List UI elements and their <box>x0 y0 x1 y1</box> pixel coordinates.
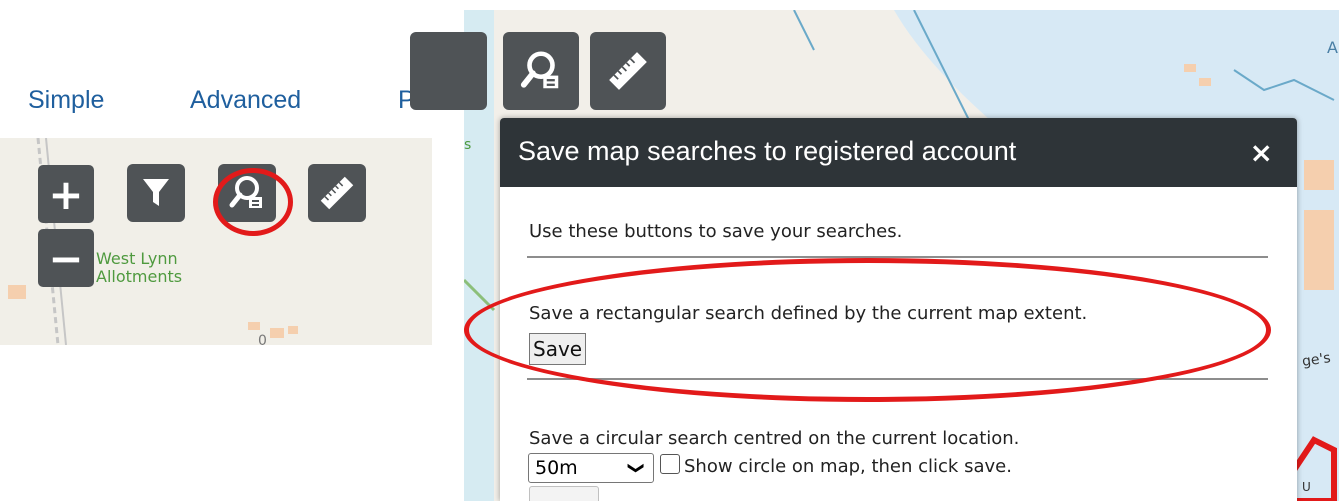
map-label-west-lynn: West Lynn <box>96 249 178 268</box>
map-label-u: U <box>1302 480 1311 494</box>
zoom-out-icon: − <box>48 233 84 283</box>
zoom-in-button[interactable]: + <box>38 165 94 223</box>
save-circle-button[interactable] <box>529 486 599 501</box>
map-label-s: s <box>464 137 472 153</box>
dialog-header: Save map searches to registered account … <box>500 118 1297 187</box>
zoom-out-button[interactable]: − <box>38 229 94 287</box>
map-label-allotments: Allotments <box>96 267 183 286</box>
show-circle-label: Show circle on map, then click save. <box>684 456 1012 477</box>
tab-advanced[interactable]: Advanced <box>190 86 301 115</box>
measure-button[interactable] <box>308 164 366 222</box>
filter-button-partial[interactable] <box>410 32 487 110</box>
dialog-title: Save map searches to registered account <box>518 136 1017 166</box>
circle-search-text: Save a circular search centred on the cu… <box>529 428 1020 449</box>
radius-value: 50m <box>535 457 578 479</box>
filter-icon <box>143 179 169 206</box>
measure-button[interactable] <box>590 32 666 110</box>
dialog-intro: Use these buttons to save your searches. <box>529 221 903 242</box>
highlight-ring-dialog <box>464 258 1271 402</box>
measure-ruler-icon <box>320 176 354 210</box>
show-circle-checkbox[interactable] <box>660 454 680 474</box>
map-label-small: 0 <box>258 333 267 345</box>
saved-search-icon <box>520 51 559 89</box>
filter-button[interactable] <box>127 164 185 222</box>
zoom-in-icon: + <box>48 169 84 219</box>
radius-select[interactable]: 50m ❯ <box>528 453 654 483</box>
tab-simple[interactable]: Simple <box>28 86 104 115</box>
highlight-ring-left <box>213 168 293 236</box>
close-icon[interactable]: × <box>1250 136 1273 169</box>
map-label-a: A <box>1327 38 1338 57</box>
measure-ruler-icon <box>609 52 647 90</box>
saved-search-button-active[interactable] <box>503 32 579 110</box>
chevron-down-icon: ❯ <box>627 461 647 475</box>
